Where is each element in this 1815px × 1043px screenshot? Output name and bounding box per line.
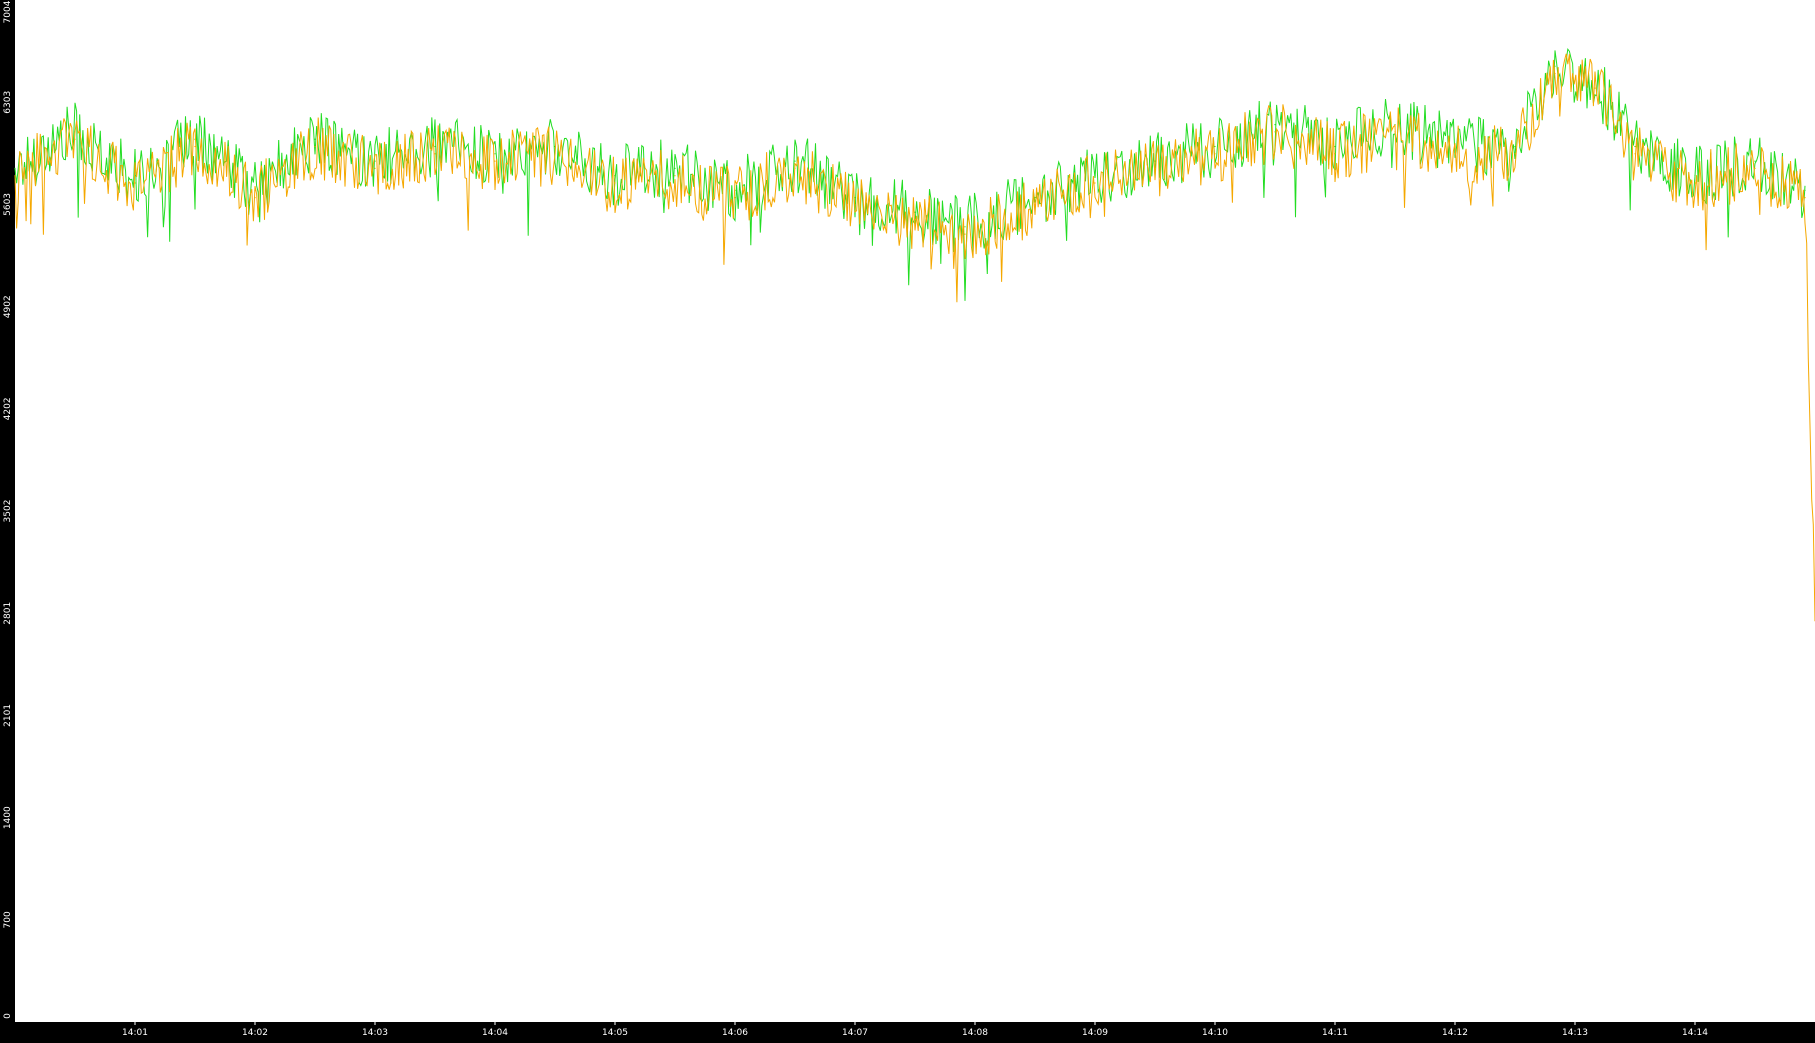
- data-point: [1034, 204, 1036, 206]
- data-point: [1804, 189, 1806, 191]
- data-point: [1094, 175, 1096, 177]
- data-point: [1454, 153, 1456, 155]
- data-point: [794, 160, 796, 162]
- x-tick-label: 14:04: [482, 1028, 508, 1038]
- x-tick-label: 14:01: [122, 1028, 148, 1038]
- line-chart-svg: 0 700 1400 2101 2801 3502 4202 4902 5603 6303 7004…: [0, 0, 1815, 1039]
- data-point: [854, 204, 856, 206]
- y-tick-label: 3502: [3, 500, 13, 523]
- data-point: [1694, 175, 1696, 177]
- y-tick-label: 5603: [3, 193, 13, 216]
- data-point: [794, 167, 796, 169]
- y-tick-label: 1400: [3, 806, 13, 829]
- data-point: [1094, 182, 1096, 184]
- data-point: [1634, 145, 1636, 148]
- data-point: [494, 160, 496, 162]
- data-point: [134, 182, 136, 184]
- data-point: [964, 226, 966, 228]
- data-point: [734, 197, 736, 199]
- data-point: [1274, 124, 1276, 126]
- data-point: [494, 153, 496, 155]
- data-point: [74, 138, 76, 140]
- data-point: [314, 138, 316, 140]
- y-tick-label: 4202: [3, 397, 13, 420]
- x-tick-label: 14:14: [1682, 1028, 1708, 1038]
- y-tick-label: 2801: [3, 602, 13, 625]
- data-point: [1694, 182, 1696, 184]
- x-tick-label: 14:09: [1082, 1028, 1108, 1038]
- data-point: [14, 167, 16, 169]
- data-point: [1514, 145, 1516, 148]
- x-tick-label: 14:03: [362, 1028, 388, 1038]
- y-tick-label: 7004: [3, 0, 13, 23]
- data-point: [1754, 167, 1756, 169]
- y-tick-label: 6303: [3, 91, 13, 114]
- data-point: [914, 218, 916, 221]
- data-point: [1274, 131, 1276, 133]
- data-point: [1804, 197, 1806, 199]
- data-point: [1594, 87, 1596, 89]
- y-tick-label: 2101: [3, 704, 13, 727]
- x-tick-label: 14:10: [1202, 1028, 1228, 1038]
- data-point: [194, 145, 196, 148]
- x-tick-label: 14:07: [842, 1028, 868, 1038]
- x-tick-label: 14:06: [722, 1028, 748, 1038]
- data-point: [1754, 160, 1756, 162]
- data-point: [1554, 72, 1556, 75]
- x-tick-label: 14:08: [962, 1028, 988, 1038]
- chart: 0 700 1400 2101 2801 3502 4202 4902 5603 6303 7004…: [0, 0, 1815, 1039]
- data-point: [1334, 145, 1336, 148]
- y-tick-label: 4902: [3, 295, 13, 318]
- data-point: [1214, 145, 1216, 148]
- data-point: [1154, 167, 1156, 169]
- data-point: [434, 153, 436, 155]
- x-tick-label: 14:02: [242, 1028, 268, 1038]
- x-tick-label: 14:11: [1322, 1028, 1348, 1038]
- data-point: [374, 167, 376, 169]
- data-point: [674, 167, 676, 169]
- data-point: [1214, 153, 1216, 155]
- data-point: [554, 153, 556, 155]
- data-point: [434, 145, 436, 148]
- data-point: [14, 175, 16, 177]
- data-point: [1034, 197, 1036, 199]
- x-tick-label: 14:12: [1442, 1028, 1468, 1038]
- data-point: [254, 197, 256, 199]
- data-point: [1634, 153, 1636, 155]
- data-point: [1554, 65, 1556, 67]
- data-point: [964, 233, 966, 235]
- data-point: [674, 175, 676, 177]
- plot-area: [15, 0, 1815, 1022]
- data-point: [1394, 131, 1396, 133]
- data-point: [614, 175, 616, 177]
- data-point: [1514, 153, 1516, 155]
- x-tick-label: 14:05: [602, 1028, 628, 1038]
- y-tick-label: 0: [3, 1013, 13, 1019]
- data-point: [1334, 153, 1336, 155]
- y-tick-label: 700: [3, 911, 13, 928]
- data-point: [314, 145, 316, 148]
- data-point: [374, 160, 376, 162]
- data-point: [614, 182, 616, 184]
- x-tick-label: 14:13: [1562, 1028, 1588, 1038]
